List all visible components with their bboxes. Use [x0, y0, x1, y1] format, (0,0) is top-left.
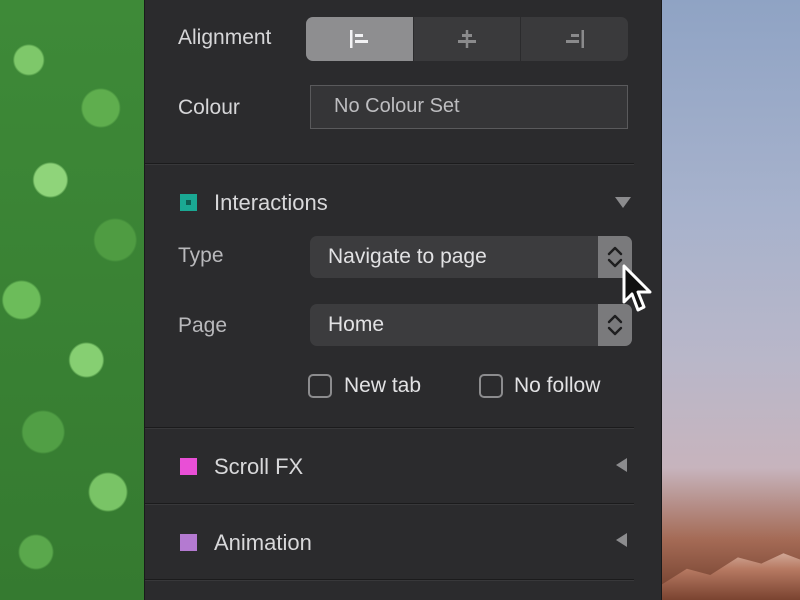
section-divider [145, 579, 634, 581]
page-label: Page [178, 314, 228, 337]
new-tab-checkbox[interactable] [308, 374, 332, 398]
forest-background [0, 0, 144, 600]
colour-label: Colour [178, 96, 240, 119]
section-divider [145, 163, 634, 165]
new-tab-label[interactable]: New tab [344, 374, 421, 398]
align-left-button[interactable] [306, 17, 413, 61]
type-select-value: Navigate to page [328, 245, 487, 268]
section-divider [145, 503, 634, 505]
animation-title[interactable]: Animation [214, 530, 312, 556]
interactions-swatch [180, 194, 197, 211]
scroll-fx-title[interactable]: Scroll FX [214, 454, 303, 480]
colour-field[interactable]: No Colour Set [310, 85, 628, 129]
align-left-icon [350, 30, 369, 48]
no-follow-label[interactable]: No follow [514, 374, 600, 398]
no-follow-checkbox[interactable] [479, 374, 503, 398]
align-center-button[interactable] [412, 17, 521, 61]
page-select-value: Home [328, 313, 385, 336]
sky-background [662, 0, 800, 600]
type-label: Type [178, 244, 224, 267]
section-divider [145, 427, 634, 429]
alignment-segmented-control [306, 17, 628, 61]
align-right-icon [565, 30, 584, 48]
alignment-label: Alignment [178, 26, 272, 49]
chevron-left-icon[interactable] [616, 458, 627, 472]
align-center-icon [458, 30, 476, 48]
animation-swatch [180, 534, 197, 551]
align-right-button[interactable] [520, 17, 628, 61]
interactions-title[interactable]: Interactions [214, 190, 328, 216]
page-select[interactable]: Home [310, 304, 632, 346]
mouse-cursor-icon [622, 264, 652, 312]
chevron-down-icon[interactable] [615, 197, 631, 208]
type-select[interactable]: Navigate to page [310, 236, 632, 278]
chevron-left-icon[interactable] [616, 533, 627, 547]
updown-chevron-icon [607, 314, 623, 336]
scroll-fx-swatch [180, 458, 197, 475]
properties-panel: Alignment Colour No Colour Set Interacti… [144, 0, 662, 600]
